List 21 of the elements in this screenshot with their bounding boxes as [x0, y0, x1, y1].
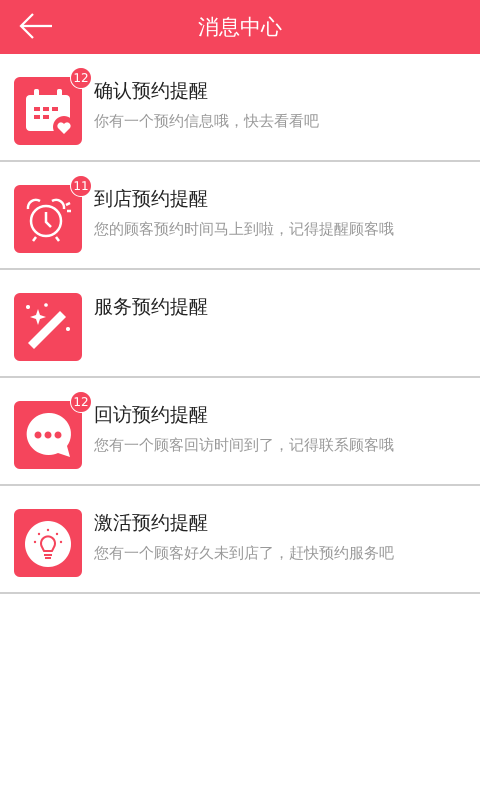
item-title: 到店预约提醒: [94, 187, 209, 212]
item-subtitle: 您有一个顾客好久未到店了，赶快预约服务吧: [94, 544, 394, 563]
item-title: 回访预约提醒: [94, 403, 209, 428]
item-title: 服务预约提醒: [94, 295, 208, 320]
item-subtitle: 你有一个预约信息哦，快去看看吧: [94, 112, 319, 131]
message-item[interactable]: 12 确认预约提醒 你有一个预约信息哦，快去看看吧: [0, 54, 480, 162]
count-badge: 12: [70, 67, 92, 89]
item-subtitle: 您有一个顾客回访时间到了，记得联系顾客哦: [94, 436, 394, 455]
back-arrow-icon[interactable]: [18, 11, 54, 41]
count-badge: 11: [70, 175, 92, 197]
magic-wand-icon: [14, 293, 82, 361]
message-item[interactable]: 服务预约提醒: [0, 270, 480, 378]
message-item[interactable]: 11 到店预约提醒 您的顾客预约时间马上到啦，记得提醒顾客哦: [0, 162, 480, 270]
message-item[interactable]: 激活预约提醒 您有一个顾客好久未到店了，赶快预约服务吧: [0, 486, 480, 594]
item-title: 激活预约提醒: [94, 511, 209, 536]
message-item[interactable]: 12 回访预约提醒 您有一个顾客回访时间到了，记得联系顾客哦: [0, 378, 480, 486]
page-title: 消息中心: [198, 14, 282, 41]
item-title: 确认预约提醒: [94, 79, 209, 104]
light-bulb-icon: [14, 509, 82, 577]
count-badge: 12: [70, 391, 92, 413]
item-subtitle: 您的顾客预约时间马上到啦，记得提醒顾客哦: [94, 220, 394, 239]
